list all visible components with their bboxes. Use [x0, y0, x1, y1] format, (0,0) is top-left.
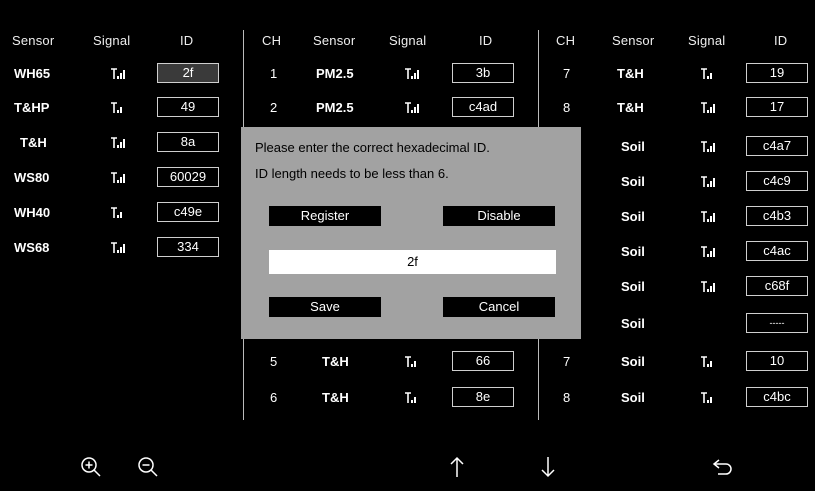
signal-icon	[110, 68, 126, 80]
sensor-label: Soil	[621, 316, 645, 331]
sensor-label: T&H	[617, 66, 644, 81]
id-field[interactable]: 3b	[452, 63, 514, 83]
id-field[interactable]: -----	[746, 313, 808, 333]
signal-icon	[700, 176, 716, 188]
id-field[interactable]: 334	[157, 237, 219, 257]
cancel-button[interactable]: Cancel	[443, 297, 555, 317]
signal-icon	[110, 207, 126, 219]
channel-number: 2	[270, 100, 278, 115]
sensor-label: Soil	[621, 390, 645, 405]
id-field[interactable]: 10	[746, 351, 808, 371]
id-field[interactable]: c4bc	[746, 387, 808, 407]
sensor-label: PM2.5	[316, 66, 354, 81]
sensor-label: Soil	[621, 354, 645, 369]
sensor-label: T&H	[617, 100, 644, 115]
sensor-label: Soil	[621, 209, 645, 224]
sensor-label: Soil	[621, 139, 645, 154]
id-field[interactable]: 19	[746, 63, 808, 83]
sensor-label: T&HP	[14, 100, 50, 115]
id-field[interactable]: 8e	[452, 387, 514, 407]
signal-icon	[404, 356, 420, 368]
channel-number: 7	[563, 66, 571, 81]
signal-icon	[110, 102, 126, 114]
channel-number: 1	[270, 66, 278, 81]
zoom-in-icon[interactable]	[80, 456, 102, 483]
sensor-label: T&H	[322, 354, 349, 369]
sensor-label: Soil	[621, 174, 645, 189]
dialog-message-line1: Please enter the correct hexadecimal ID.	[255, 140, 490, 155]
signal-icon	[110, 172, 126, 184]
id-field[interactable]: 60029	[157, 167, 219, 187]
arrow-up-icon[interactable]	[449, 456, 465, 483]
col1-header-id: ID	[180, 33, 194, 48]
col2-header-signal: Signal	[389, 33, 427, 48]
col3-header-ch: CH	[556, 33, 576, 48]
col2-header-sensor: Sensor	[313, 33, 356, 48]
back-icon[interactable]	[712, 458, 734, 483]
col3-header-id: ID	[774, 33, 788, 48]
sensor-label: Soil	[621, 244, 645, 259]
register-button[interactable]: Register	[269, 206, 381, 226]
dialog-message-line2: ID length needs to be less than 6.	[255, 166, 449, 181]
sensor-label: WS68	[14, 240, 50, 255]
sensor-label: T&H	[322, 390, 349, 405]
signal-icon	[404, 68, 420, 80]
channel-number: 8	[563, 100, 571, 115]
col2-header-id: ID	[479, 33, 493, 48]
id-field[interactable]: 66	[452, 351, 514, 371]
id-field[interactable]: 8a	[157, 132, 219, 152]
signal-icon	[110, 137, 126, 149]
signal-icon	[700, 68, 716, 80]
col1-header-signal: Signal	[93, 33, 131, 48]
col2-header-ch: CH	[262, 33, 282, 48]
id-field[interactable]: c4b3	[746, 206, 808, 226]
sensor-label: WS80	[14, 170, 50, 185]
id-field[interactable]: c4ad	[452, 97, 514, 117]
col3-header-signal: Signal	[688, 33, 726, 48]
id-field[interactable]: c68f	[746, 276, 808, 296]
channel-number: 8	[563, 390, 571, 405]
id-entry-dialog: Please enter the correct hexadecimal ID.…	[241, 127, 581, 339]
id-field[interactable]: 49	[157, 97, 219, 117]
id-field[interactable]: 17	[746, 97, 808, 117]
id-field[interactable]: c4c9	[746, 171, 808, 191]
signal-icon	[404, 102, 420, 114]
signal-icon	[700, 211, 716, 223]
arrow-down-icon[interactable]	[540, 456, 556, 483]
id-field[interactable]: c49e	[157, 202, 219, 222]
signal-icon	[700, 281, 716, 293]
channel-number: 5	[270, 354, 278, 369]
channel-number: 7	[563, 354, 571, 369]
col3-header-sensor: Sensor	[612, 33, 655, 48]
channel-number: 6	[270, 390, 278, 405]
sensor-label: WH65	[14, 66, 51, 81]
col1-header-sensor: Sensor	[12, 33, 55, 48]
disable-button[interactable]: Disable	[443, 206, 555, 226]
signal-icon	[110, 242, 126, 254]
id-field-wh65[interactable]: 2f	[157, 63, 219, 83]
sensor-label: T&H	[20, 135, 47, 150]
signal-icon	[700, 392, 716, 404]
signal-icon	[700, 141, 716, 153]
id-input[interactable]: 2f	[269, 250, 556, 274]
signal-icon	[404, 392, 420, 404]
sensor-label: WH40	[14, 205, 51, 220]
zoom-out-icon[interactable]	[137, 456, 159, 483]
id-field[interactable]: c4a7	[746, 136, 808, 156]
save-button[interactable]: Save	[269, 297, 381, 317]
signal-icon	[700, 246, 716, 258]
sensor-label: Soil	[621, 279, 645, 294]
signal-icon	[700, 356, 716, 368]
signal-icon	[700, 102, 716, 114]
id-field[interactable]: c4ac	[746, 241, 808, 261]
sensor-label: PM2.5	[316, 100, 354, 115]
